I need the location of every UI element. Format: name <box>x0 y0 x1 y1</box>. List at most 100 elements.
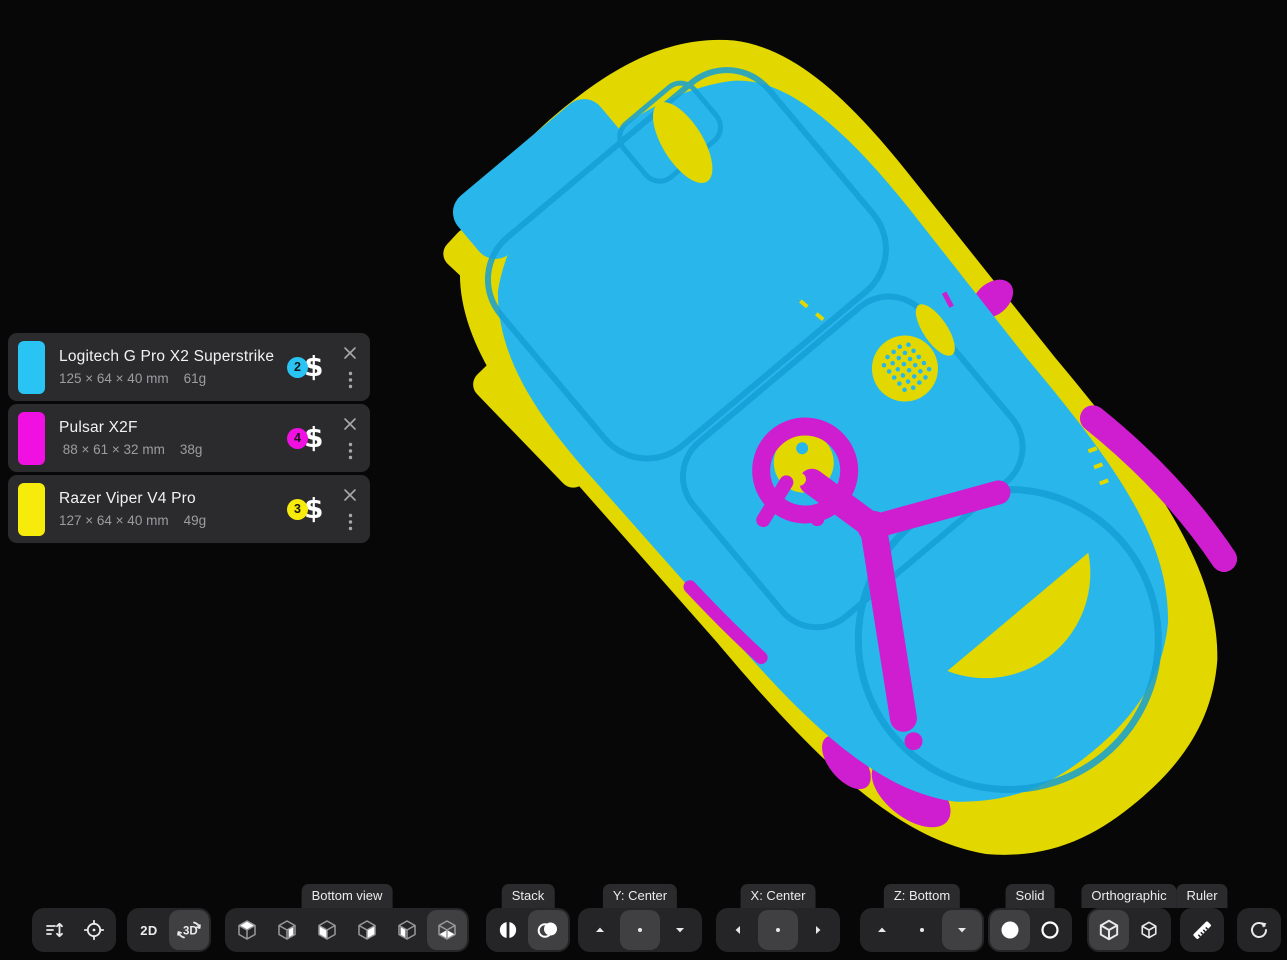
y-align-group: Y: Center <box>578 908 702 952</box>
view-left-icon <box>317 919 337 941</box>
sort-by-size-button[interactable] <box>34 910 74 950</box>
z-bottom-button[interactable] <box>942 910 982 950</box>
mouse-dimensions: 127 × 64 × 40 mm 49g <box>59 513 206 528</box>
perspective-cube-icon <box>1140 920 1158 940</box>
orthographic-cube-icon <box>1098 918 1120 942</box>
perspective-button[interactable] <box>1129 910 1169 950</box>
solid-render-button[interactable] <box>990 910 1030 950</box>
y-bottom-button[interactable] <box>660 910 700 950</box>
mode-3d-button[interactable]: 3D <box>169 910 209 950</box>
view-left-button[interactable] <box>307 910 347 950</box>
tooltip-ruler: Ruler <box>1176 884 1227 908</box>
tooltip-projection: Orthographic <box>1081 884 1176 908</box>
x-right-button[interactable] <box>798 910 838 950</box>
view-back-button[interactable] <box>387 910 427 950</box>
mouse-meta: Razer Viper V4 Pro 127 × 64 × 40 mm 49g <box>59 490 206 528</box>
view-top-button[interactable] <box>227 910 267 950</box>
tooltip-stack: Stack <box>502 884 555 908</box>
reset-view-button[interactable] <box>1239 910 1279 950</box>
render-mode-group: Solid <box>988 908 1072 952</box>
tooltip-y-align: Y: Center <box>603 884 677 908</box>
view-bottom-button[interactable] <box>427 910 467 950</box>
wireframe-render-button[interactable] <box>1030 910 1070 950</box>
color-swatch <box>18 412 45 465</box>
outline-circle-icon <box>1043 923 1058 938</box>
close-icon[interactable] <box>343 488 357 502</box>
mouse-meta: Pulsar X2F 88 × 61 × 32 mm 38g <box>59 419 202 457</box>
price-count-badge: 3 <box>287 499 308 520</box>
mouse-name: Logitech G Pro X2 Superstrike <box>59 348 274 366</box>
center-dot-icon <box>920 928 924 932</box>
view-front-icon <box>277 919 297 941</box>
mouse-card-pulsar[interactable]: Pulsar X2F 88 × 61 × 32 mm 38g 4 $ <box>8 404 370 472</box>
stack-button[interactable] <box>528 910 568 950</box>
triangle-up-icon <box>878 928 886 932</box>
mouse-list-panel: Logitech G Pro X2 Superstrike 125 × 64 ×… <box>8 333 370 543</box>
view-right-button[interactable] <box>347 910 387 950</box>
weight-text: 61g <box>184 371 207 386</box>
display-group <box>32 908 116 952</box>
more-menu-icon[interactable] <box>348 513 353 531</box>
triangle-right-icon <box>816 926 820 934</box>
row-actions <box>343 488 357 531</box>
weight-text: 38g <box>180 442 203 457</box>
side-by-side-icon <box>498 920 518 940</box>
projection-group: Orthographic <box>1087 908 1171 952</box>
price-group[interactable]: 2 $ <box>287 353 323 381</box>
price-group[interactable]: 4 $ <box>287 424 323 452</box>
mouse-card-razer[interactable]: Razer Viper V4 Pro 127 × 64 × 40 mm 49g … <box>8 475 370 543</box>
more-menu-icon[interactable] <box>348 371 353 389</box>
triangle-left-icon <box>736 926 740 934</box>
price-group[interactable]: 3 $ <box>287 495 323 523</box>
mouse-card-logitech[interactable]: Logitech G Pro X2 Superstrike 125 × 64 ×… <box>8 333 370 401</box>
view-front-button[interactable] <box>267 910 307 950</box>
crosshair-icon <box>83 919 105 941</box>
mode-2d-button[interactable]: 2D <box>129 910 169 950</box>
solid-circle-icon <box>1002 922 1019 939</box>
bottom-toolbar: 2D 3D Bottom view <box>0 882 1287 960</box>
mode-group: 2D 3D <box>127 908 211 952</box>
dims-text: 88 × 61 × 32 mm <box>59 442 165 457</box>
arrangement-group: Stack <box>486 908 570 952</box>
more-menu-icon[interactable] <box>348 442 353 460</box>
x-left-button[interactable] <box>718 910 758 950</box>
center-dot-icon <box>638 928 642 932</box>
center-dot-icon <box>776 928 780 932</box>
tooltip-render-mode: Solid <box>1006 884 1055 908</box>
view-back-icon <box>397 919 417 941</box>
view-bottom-icon <box>437 919 457 941</box>
close-icon[interactable] <box>343 417 357 431</box>
orthographic-button[interactable] <box>1089 910 1129 950</box>
row-actions <box>343 346 357 389</box>
tooltip-z-align: Z: Bottom <box>884 884 960 908</box>
row-actions <box>343 417 357 460</box>
color-swatch <box>18 341 45 394</box>
tooltip-x-align: X: Center <box>741 884 816 908</box>
ruler-group: Ruler <box>1180 908 1224 952</box>
mouse-dimensions: 125 × 64 × 40 mm 61g <box>59 371 274 386</box>
x-center-button[interactable] <box>758 910 798 950</box>
price-count-badge: 4 <box>287 428 308 449</box>
close-icon[interactable] <box>343 346 357 360</box>
center-view-button[interactable] <box>74 910 114 950</box>
color-swatch <box>18 483 45 536</box>
view-presets-group: Bottom view <box>225 908 469 952</box>
ruler-button[interactable] <box>1182 910 1222 950</box>
price-count-badge: 2 <box>287 357 308 378</box>
sort-by-size-icon <box>44 920 64 940</box>
triangle-up-icon <box>596 928 604 932</box>
x-align-group: X: Center <box>716 908 840 952</box>
y-center-button[interactable] <box>620 910 660 950</box>
ruler-icon <box>1190 918 1214 942</box>
z-top-button[interactable] <box>862 910 902 950</box>
svg-text:3D: 3D <box>183 926 198 938</box>
view-top-icon <box>237 919 257 941</box>
triangle-down-icon <box>676 928 684 932</box>
dims-text: 125 × 64 × 40 mm <box>59 371 169 386</box>
z-center-button[interactable] <box>902 910 942 950</box>
stack-icon <box>537 920 559 940</box>
y-top-button[interactable] <box>580 910 620 950</box>
mouse-dimensions: 88 × 61 × 32 mm 38g <box>59 442 202 457</box>
side-by-side-button[interactable] <box>488 910 528 950</box>
mouse-name: Pulsar X2F <box>59 419 202 437</box>
